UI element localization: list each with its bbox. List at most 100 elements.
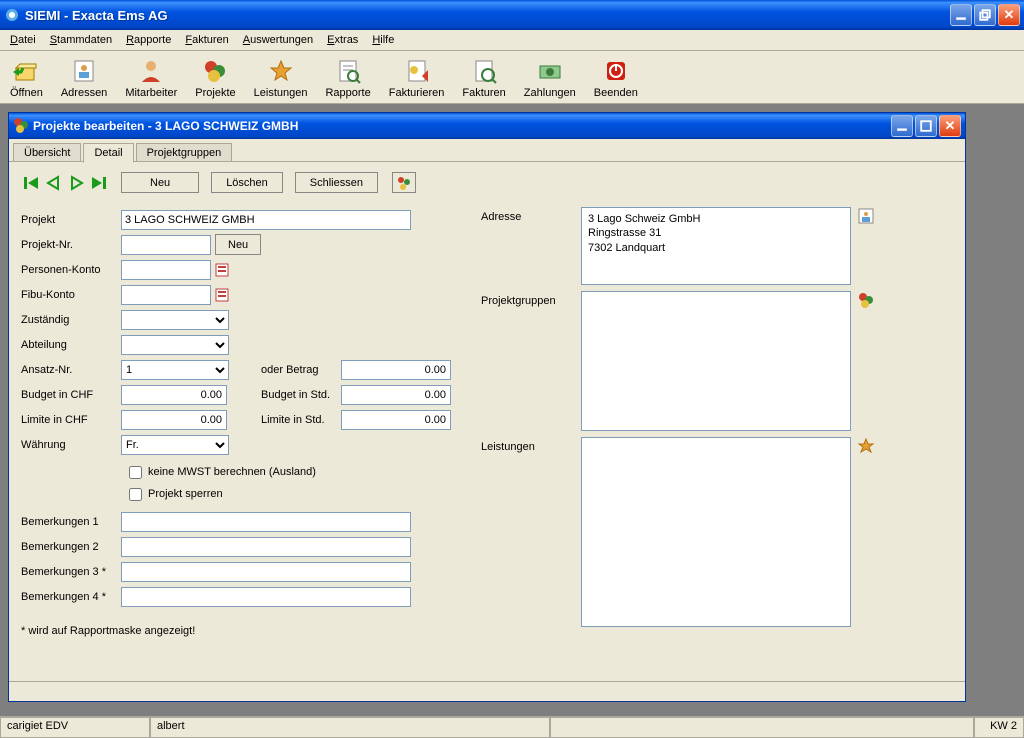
fibukonto-input[interactable]	[121, 285, 211, 305]
bem4-input[interactable]	[121, 587, 411, 607]
child-window-icon	[13, 117, 29, 136]
abteilung-label: Abteilung	[21, 339, 121, 351]
adresse-edit-icon[interactable]	[857, 207, 875, 225]
waehrung-label: Währung	[21, 439, 121, 451]
invoice-icon	[470, 57, 498, 85]
child-close-button[interactable]: ✕	[939, 115, 961, 137]
toolbar-mitarbeiter[interactable]: Mitarbeiter	[119, 55, 183, 103]
report-icon	[334, 57, 362, 85]
child-statusbar	[9, 681, 965, 701]
child-window-projekte: Projekte bearbeiten - 3 LAGO SCHWEIZ GMB…	[8, 112, 966, 702]
mwst-checkbox[interactable]	[129, 466, 142, 479]
projekt-input[interactable]	[121, 210, 411, 230]
nav-first-button[interactable]	[21, 173, 43, 193]
limitestd-input[interactable]	[341, 410, 451, 430]
app-icon	[4, 7, 20, 23]
nav-next-button[interactable]	[65, 173, 87, 193]
limitechf-label: Limite in CHF	[21, 414, 121, 426]
leistungen-edit-icon[interactable]	[857, 437, 875, 455]
projektgruppen-edit-icon[interactable]	[857, 291, 875, 309]
payment-icon	[536, 57, 564, 85]
menu-auswertungen[interactable]: Auswertungen	[237, 32, 319, 48]
tab-uebersicht[interactable]: Übersicht	[13, 143, 81, 162]
nav-last-button[interactable]	[87, 173, 109, 193]
personenkonto-label: Personen-Konto	[21, 264, 121, 276]
projektgruppen-box[interactable]	[581, 291, 851, 431]
minimize-button[interactable]	[950, 4, 972, 26]
toolbar-leistungen[interactable]: Leistungen	[248, 55, 314, 103]
zustaendig-select[interactable]	[121, 310, 229, 330]
child-titlebar: Projekte bearbeiten - 3 LAGO SCHWEIZ GMB…	[9, 113, 965, 139]
budgetstd-label: Budget in Std.	[261, 389, 341, 401]
child-maximize-button[interactable]	[915, 115, 937, 137]
footnote: * wird auf Rapportmaske angezeigt!	[21, 625, 461, 637]
invoice-create-icon	[403, 57, 431, 85]
fibukonto-label: Fibu-Konto	[21, 289, 121, 301]
loeschen-button[interactable]: Löschen	[211, 172, 283, 193]
status-user: albert	[150, 717, 550, 738]
menu-datei[interactable]: DDateiatei	[4, 32, 42, 48]
personenkonto-lookup-icon[interactable]	[215, 262, 231, 278]
menu-fakturen[interactable]: Fakturen	[179, 32, 234, 48]
ansatznr-select[interactable]: 1	[121, 360, 229, 380]
projekt-label: Projekt	[21, 214, 121, 226]
tab-projektgruppen[interactable]: Projektgruppen	[136, 143, 233, 162]
bem1-input[interactable]	[121, 512, 411, 532]
leistungen-box[interactable]	[581, 437, 851, 627]
fibukonto-lookup-icon[interactable]	[215, 287, 231, 303]
ansatznr-label: Ansatz-Nr.	[21, 364, 121, 376]
limitestd-label: Limite in Std.	[261, 414, 341, 426]
toolbar-zahlungen[interactable]: Zahlungen	[518, 55, 582, 103]
leistungen-label: Leistungen	[481, 437, 581, 627]
sperren-label: Projekt sperren	[148, 488, 223, 500]
child-minimize-button[interactable]	[891, 115, 913, 137]
main-titlebar: SIEMI - Exacta Ems AG ✕	[0, 0, 1024, 30]
main-menubar: DDateiatei Stammdaten Rapporte Fakturen …	[0, 30, 1024, 51]
bem1-label: Bemerkungen 1	[21, 516, 121, 528]
oderbetrag-input[interactable]	[341, 360, 451, 380]
close-button[interactable]: ✕	[998, 4, 1020, 26]
bem2-label: Bemerkungen 2	[21, 541, 121, 553]
menu-hilfe[interactable]: Hilfe	[366, 32, 400, 48]
personenkonto-input[interactable]	[121, 260, 211, 280]
tab-detail[interactable]: Detail	[83, 143, 133, 163]
waehrung-select[interactable]: Fr.	[121, 435, 229, 455]
restore-button[interactable]	[974, 4, 996, 26]
main-toolbar: Öffnen Adressen Mitarbeiter Projekte Lei…	[0, 51, 1024, 104]
toolbar-beenden[interactable]: Beenden	[588, 55, 644, 103]
budgetchf-input[interactable]	[121, 385, 227, 405]
toolbar-rapporte[interactable]: Rapporte	[319, 55, 376, 103]
projektnr-label: Projekt-Nr.	[21, 239, 121, 251]
menu-stammdaten[interactable]: Stammdaten	[44, 32, 118, 48]
neu-button[interactable]: Neu	[121, 172, 199, 193]
bem3-input[interactable]	[121, 562, 411, 582]
zustaendig-label: Zuständig	[21, 314, 121, 326]
projektgruppen-label: Projektgruppen	[481, 291, 581, 431]
projektnr-input[interactable]	[121, 235, 211, 255]
limitechf-input[interactable]	[121, 410, 227, 430]
sperren-checkbox[interactable]	[129, 488, 142, 501]
adresse-box[interactable]: 3 Lago Schweiz GmbH Ringstrasse 31 7302 …	[581, 207, 851, 285]
nav-prev-button[interactable]	[43, 173, 65, 193]
toolbar-fakturen[interactable]: Fakturen	[456, 55, 511, 103]
bem3-label: Bemerkungen 3 *	[21, 566, 121, 578]
schliessen-button[interactable]: Schliessen	[295, 172, 378, 193]
projektnr-neu-button[interactable]: Neu	[215, 234, 261, 255]
bem2-input[interactable]	[121, 537, 411, 557]
status-kw: KW 2	[974, 717, 1024, 738]
abteilung-select[interactable]	[121, 335, 229, 355]
toolbar-projekte[interactable]: Projekte	[189, 55, 241, 103]
menu-extras[interactable]: Extras	[321, 32, 364, 48]
adresse-line3: 7302 Landquart	[588, 241, 844, 255]
menu-rapporte[interactable]: Rapporte	[120, 32, 177, 48]
budgetstd-input[interactable]	[341, 385, 451, 405]
toolbar-fakturieren[interactable]: Fakturieren	[383, 55, 451, 103]
services-icon	[267, 57, 295, 85]
status-company: carigiet EDV	[0, 717, 150, 738]
toolbar-adressen[interactable]: Adressen	[55, 55, 113, 103]
adresse-line2: Ringstrasse 31	[588, 226, 844, 240]
employee-icon	[137, 57, 165, 85]
app-title: SIEMI - Exacta Ems AG	[25, 8, 950, 23]
toolbar-oeffnen[interactable]: Öffnen	[4, 55, 49, 103]
projektgruppen-icon[interactable]	[392, 172, 416, 193]
